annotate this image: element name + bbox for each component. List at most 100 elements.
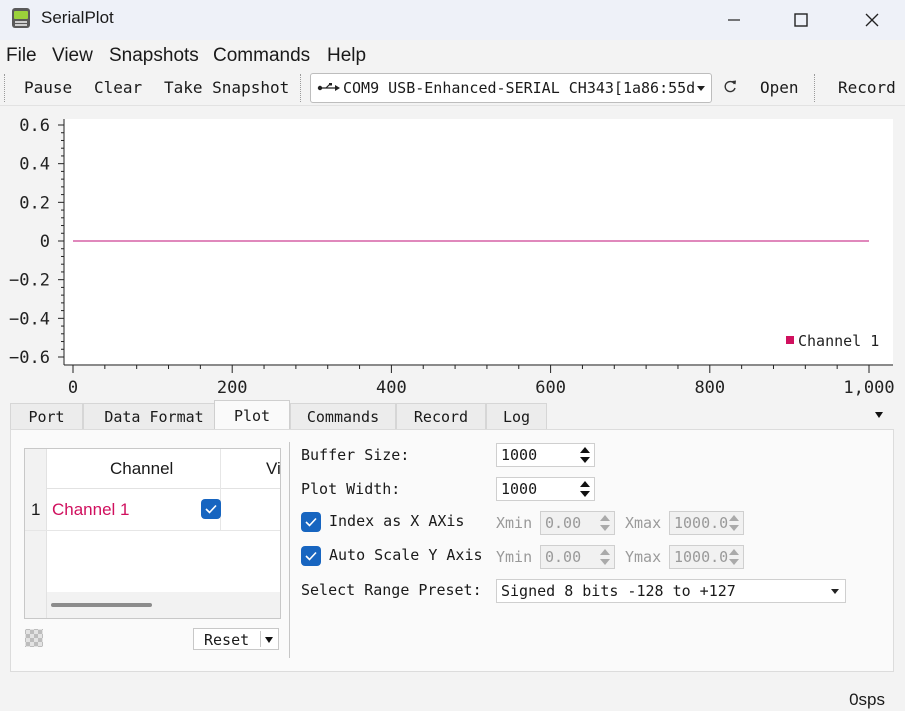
ymax-label: Ymax xyxy=(625,548,662,566)
menu-bar: File View Snapshots Commands Help xyxy=(0,40,905,70)
port-select-value: COM9 USB-Enhanced-SERIAL CH343[1a86:55d xyxy=(343,79,696,97)
y-tick-label: 0 xyxy=(40,232,50,252)
horizontal-scrollbar[interactable] xyxy=(47,592,280,618)
plot-width-value: 1000 xyxy=(501,480,538,498)
toolbar-separator xyxy=(814,74,815,102)
spin-arrows-icon[interactable] xyxy=(578,479,592,499)
reset-button-label: Reset xyxy=(204,631,250,649)
legend-label-channel-1: Channel 1 xyxy=(798,332,879,350)
buffer-size-spinbox[interactable]: 1000 xyxy=(496,443,595,467)
menu-help[interactable]: Help xyxy=(327,45,366,67)
y-tick-label: 0.4 xyxy=(19,155,50,175)
status-bar: 0sps xyxy=(0,686,905,711)
ymin-spinbox[interactable]: 0.00 xyxy=(540,545,615,569)
xmax-spinbox[interactable]: 1000.0 xyxy=(669,511,744,535)
y-tick-label: −0.4 xyxy=(9,309,50,329)
ymax-spinbox[interactable]: 1000.0 xyxy=(669,545,744,569)
ymin-value: 0.00 xyxy=(545,548,582,566)
spin-arrows-icon[interactable] xyxy=(727,547,741,567)
channel-name-cell[interactable]: Channel 1 xyxy=(52,500,130,520)
channel-visible-checkbox[interactable] xyxy=(201,499,221,519)
tab-log[interactable]: Log xyxy=(486,403,547,430)
channel-table[interactable]: Channel Visib 1 Channel 1 xyxy=(24,448,281,619)
close-button[interactable] xyxy=(839,0,905,40)
tab-port[interactable]: Port xyxy=(10,403,83,430)
chevron-down-icon[interactable] xyxy=(264,636,274,644)
color-swatch-button[interactable] xyxy=(25,629,43,647)
plot-width-label: Plot Width: xyxy=(301,480,401,498)
xmax-label: Xmax xyxy=(625,514,662,532)
ymax-value: 1000.0 xyxy=(674,548,729,566)
x-tick-label: 1,000 xyxy=(843,378,894,398)
xmin-spinbox[interactable]: 0.00 xyxy=(540,511,615,535)
menu-view[interactable]: View xyxy=(52,45,93,67)
port-select[interactable]: COM9 USB-Enhanced-SERIAL CH343[1a86:55d xyxy=(310,73,712,103)
plot-canvas[interactable]: 0.6 0.4 0.2 0 −0.2 −0.4 −0.6 0 200 400 600 800 1,00… xyxy=(0,107,905,404)
scrollbar-thumb[interactable] xyxy=(51,603,152,607)
menu-commands[interactable]: Commands xyxy=(213,45,310,67)
xmin-label: Xmin xyxy=(496,514,533,532)
legend-swatch-channel-1 xyxy=(786,336,794,344)
open-port-button[interactable]: Open xyxy=(760,78,799,97)
window-title: SerialPlot xyxy=(41,8,114,27)
close-icon xyxy=(865,13,879,27)
spin-arrows-icon[interactable] xyxy=(727,513,741,533)
spin-arrows-icon[interactable] xyxy=(598,547,612,567)
split-divider xyxy=(260,631,261,647)
table-row[interactable]: 1 Channel 1 xyxy=(25,490,280,531)
maximize-button[interactable] xyxy=(768,0,834,40)
take-snapshot-button[interactable]: Take Snapshot xyxy=(164,78,289,97)
x-tick-label: 200 xyxy=(217,378,248,398)
range-preset-select[interactable]: Signed 8 bits -128 to +127 xyxy=(496,579,846,603)
clear-button[interactable]: Clear xyxy=(94,78,142,97)
tab-commands[interactable]: Commands xyxy=(290,403,396,430)
range-preset-value: Signed 8 bits -128 to +127 xyxy=(501,582,736,600)
pause-button[interactable]: Pause xyxy=(24,78,72,97)
x-tick-label: 800 xyxy=(694,378,725,398)
row-index: 1 xyxy=(31,500,41,519)
buffer-size-label: Buffer Size: xyxy=(301,446,410,464)
x-axis: 0 200 400 600 800 1,000 xyxy=(64,364,895,398)
tab-data-format[interactable]: Data Format xyxy=(83,403,225,430)
minimize-button[interactable] xyxy=(701,0,767,40)
table-corner xyxy=(25,449,47,618)
auto-scale-y-checkbox[interactable] xyxy=(301,546,321,566)
minimize-icon xyxy=(728,19,740,21)
menu-snapshots[interactable]: Snapshots xyxy=(109,45,199,67)
tab-record[interactable]: Record xyxy=(396,403,486,430)
spin-arrows-icon[interactable] xyxy=(598,513,612,533)
xmin-value: 0.00 xyxy=(545,514,582,532)
title-bar: SerialPlot xyxy=(0,0,905,40)
menu-file[interactable]: File xyxy=(6,45,37,67)
check-icon xyxy=(305,517,317,527)
y-tick-label: −0.2 xyxy=(9,271,50,291)
range-preset-label: Select Range Preset: xyxy=(301,581,482,599)
table-header: Channel Visib xyxy=(47,449,280,531)
ymin-label: Ymin xyxy=(496,548,533,566)
column-header-channel[interactable]: Channel xyxy=(110,459,173,479)
y-tick-label: 0.2 xyxy=(19,193,50,213)
y-axis: 0.6 0.4 0.2 0 −0.2 −0.4 −0.6 xyxy=(9,116,65,368)
y-tick-label: 0.6 xyxy=(19,116,50,136)
spin-arrows-icon[interactable] xyxy=(578,445,592,465)
settings-tabbar: Port Data Format Plot Commands Record Lo… xyxy=(10,400,895,430)
chevron-down-icon xyxy=(697,86,705,91)
tab-overflow-icon[interactable] xyxy=(874,411,884,419)
plot-area[interactable]: 0.6 0.4 0.2 0 −0.2 −0.4 −0.6 0 200 400 600 800 1,00… xyxy=(0,107,905,404)
xmax-value: 1000.0 xyxy=(674,514,729,532)
legend: Channel 1 xyxy=(786,332,879,350)
maximize-icon xyxy=(794,13,808,27)
refresh-ports-button[interactable] xyxy=(722,79,740,97)
tab-plot[interactable]: Plot xyxy=(214,400,290,430)
reset-button[interactable]: Reset xyxy=(193,628,279,650)
record-button[interactable]: Record xyxy=(838,78,896,97)
column-header-visible[interactable]: Visib xyxy=(266,459,280,479)
index-as-x-checkbox[interactable] xyxy=(301,512,321,532)
auto-scale-y-label[interactable]: Auto Scale Y Axis xyxy=(329,546,483,564)
buffer-size-value: 1000 xyxy=(501,446,538,464)
x-tick-label: 0 xyxy=(68,378,78,398)
x-tick-label: 600 xyxy=(535,378,566,398)
refresh-icon xyxy=(724,80,736,93)
index-as-x-label[interactable]: Index as X AXis xyxy=(329,512,464,530)
plot-width-spinbox[interactable]: 1000 xyxy=(496,477,595,501)
